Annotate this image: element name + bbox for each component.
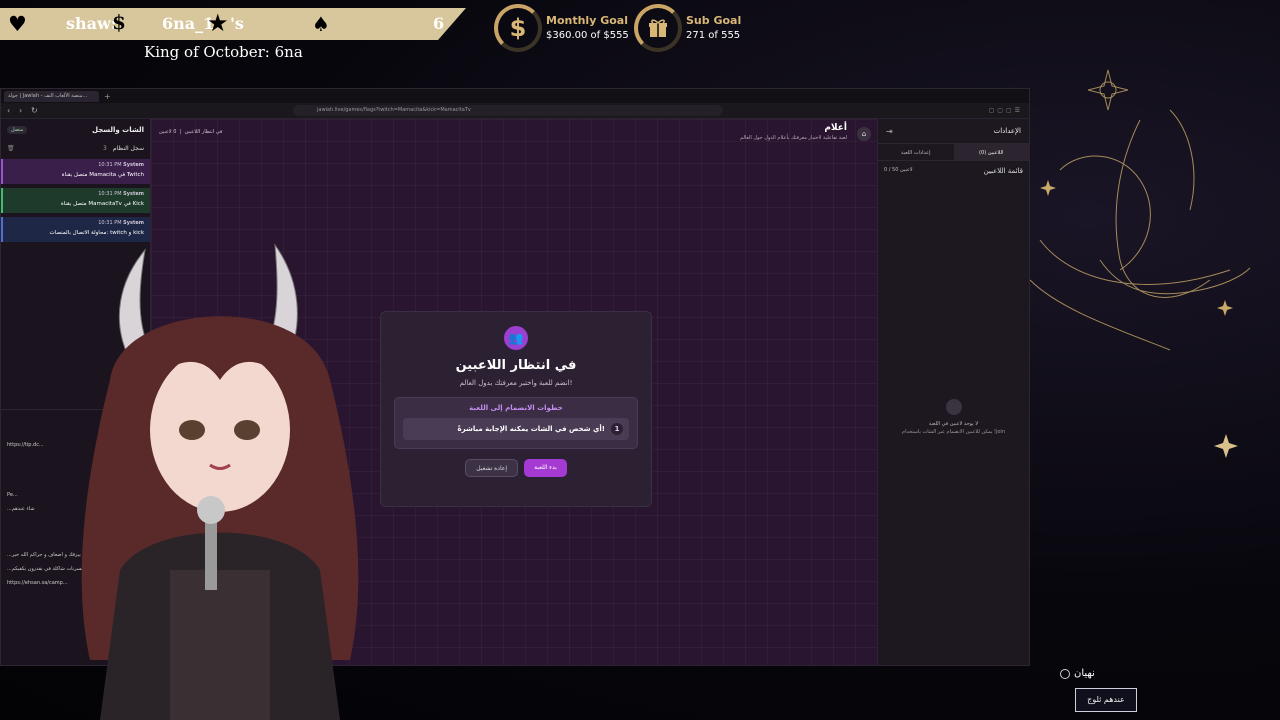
stream-stage: ♥ shaw: $ 6na_1 ★ 's ♠ 6 King of October… (0, 0, 1280, 720)
new-tab-icon[interactable]: + (104, 92, 111, 101)
message-user: System (123, 191, 144, 197)
empty-text: لا يوجد لاعبين في اللعبة (928, 421, 979, 427)
tab-game-settings[interactable]: إعدادات اللعبة (878, 144, 954, 160)
modal-subtitle: انضم للعبة واختبر معرفتك بدول العالم! (459, 379, 573, 387)
players-status: 0 لاعبين (159, 129, 177, 135)
king-of-month: King of October: 6na (144, 43, 303, 61)
sub-goal: Sub Goal 271 of 555 (634, 3, 741, 53)
address-input[interactable]: jawlah.live/games/flags?twitch=Mamacita&… (293, 105, 723, 116)
join-steps: خطوات الانضمام إلى اللعبة أي شخص في الشا… (394, 397, 638, 449)
message-time: 10:31 PM (98, 162, 122, 168)
browser-tab[interactable]: جولة | Jawlah - منصة الألعاب التف... (4, 90, 99, 102)
game-subtitle: لعبة تفاعلية لاختبار معرفتك بأعلام الدول… (740, 135, 847, 141)
list-item: 10:31 PM System متصل بقناة MamacitaTv في… (1, 188, 150, 213)
sub-goal-value: 271 of 555 (686, 30, 741, 41)
connection-status-badge: متصل (7, 126, 28, 134)
message-time: 10:31 PM (98, 220, 122, 226)
chat-panel-title: الشات والسجل (91, 126, 144, 134)
players-count: 0 / 50 لاعبين (884, 167, 913, 173)
circle-icon (1060, 668, 1070, 679)
star-icon: ★ (207, 9, 229, 37)
list-item: 10:31 PM System متصل بقناة Mamacita في T… (1, 159, 150, 184)
sub-goal-title: Sub Goal (686, 14, 742, 27)
reload-icon[interactable]: ↻ (31, 106, 43, 115)
vtuber-avatar (81, 243, 359, 720)
game-title: أعلام (824, 123, 847, 133)
step-item: أي شخص في الشات يمكنه الإجابة مباشرةً! 1 (403, 418, 629, 440)
overlay-user: shaw: (66, 14, 117, 33)
message-text: متصل بقناة Mamacita في Twitch (61, 172, 144, 178)
settings-title: الإعدادات (993, 127, 1021, 135)
waiting-status: في انتظار اللاعبين (184, 129, 223, 135)
bottom-name-text: نهيان (1074, 668, 1095, 679)
empty-hint: يمكن للاعبين الانضمام عبر الشات باستخدام… (901, 429, 1005, 435)
modal-title: في انتظار اللاعبين (455, 358, 577, 373)
overlay-count: 6 (433, 14, 445, 33)
top-overlay-bar: ♥ shaw: $ 6na_1 ★ 's ♠ 6 (0, 8, 466, 40)
waiting-modal: 👥 في انتظار اللاعبين انضم للعبة واختبر م… (380, 311, 652, 507)
step-text: أي شخص في الشات يمكنه الإجابة مباشرةً! (457, 425, 605, 433)
step-number: 1 (611, 423, 623, 435)
steps-title: خطوات الانضمام إلى اللعبة (469, 404, 563, 412)
list-item: 10:31 PM System محاولة الاتصال بالمنصات:… (1, 217, 150, 242)
dollar-icon: $ (494, 4, 542, 52)
reset-button[interactable]: إعادة تشغيل (465, 459, 519, 477)
message-user: System (123, 162, 144, 168)
home-button[interactable]: ⌂ (857, 127, 871, 141)
dollar-icon: $ (112, 10, 126, 34)
user-icon (945, 399, 962, 415)
toolbar-icons[interactable]: ▢▢▢☰ (989, 107, 1023, 114)
gift-icon (634, 4, 682, 52)
collapse-icon[interactable]: ⇥ (886, 127, 893, 136)
start-game-button[interactable]: بدء اللعبة (524, 459, 567, 477)
settings-panel: ⇥ الإعدادات إعدادات اللعبة اللاعبين (0) … (877, 119, 1029, 665)
users-icon: 👥 (504, 326, 528, 350)
browser-url-bar: ‹ › ↻ jawlah.live/games/flags?twitch=Mam… (1, 103, 1029, 119)
spade-icon: ♠ (312, 12, 330, 36)
forward-icon[interactable]: › (19, 106, 31, 115)
overlay-apostrophe: 's (230, 14, 244, 33)
bottom-username: نهيان (1060, 668, 1095, 679)
back-icon[interactable]: ‹ (7, 106, 19, 115)
system-log-title: سجل النظام (112, 144, 144, 152)
monthly-goal-title: Monthly Goal (546, 14, 628, 27)
message-time: 10:31 PM (98, 191, 122, 197)
players-list-title: قائمة اللاعبين (983, 167, 1023, 175)
empty-players: لا يوجد لاعبين في اللعبة يمكن للاعبين ال… (878, 399, 1029, 435)
browser-tab-bar: جولة | Jawlah - منصة الألعاب التف... + (1, 89, 1029, 103)
log-count: 3 (103, 144, 107, 152)
bottom-message-box: عندهم ثلوج (1075, 688, 1137, 712)
heart-icon: ♥ (8, 12, 27, 36)
zodiac-illustration (1029, 69, 1251, 351)
message-text: متصل بقناة MamacitaTv في Kick (60, 201, 144, 207)
message-user: System (123, 220, 144, 226)
message-text: محاولة الاتصال بالمنصات: twitch و kick (49, 230, 144, 236)
trash-icon[interactable]: 🗑 (7, 145, 15, 152)
monthly-goal: $ Monthly Goal $360.00 of $555 (494, 3, 629, 53)
tab-players[interactable]: اللاعبين (0) (953, 144, 1029, 160)
monthly-goal-value: $360.00 of $555 (546, 30, 629, 41)
sparkle-icon (1214, 434, 1238, 458)
